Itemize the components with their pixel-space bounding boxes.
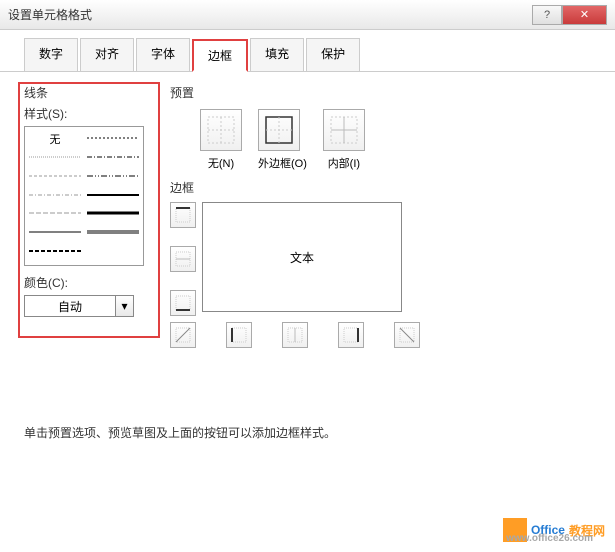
line-style-5[interactable]	[87, 169, 139, 183]
tab-font[interactable]: 字体	[136, 38, 190, 71]
preset-outline: 外边框(O)	[258, 109, 307, 171]
preset-none-label: 无(N)	[200, 155, 242, 171]
border-bottom-button[interactable]	[170, 290, 196, 316]
tab-protection[interactable]: 保护	[306, 38, 360, 71]
line-style-9[interactable]	[87, 206, 139, 220]
line-style-2[interactable]	[29, 150, 81, 164]
preset-row: 无(N) 外边框(O) 内部(I)	[200, 109, 550, 171]
line-section: 线条 样式(S): 无 颜色(C): 自动 ▾	[24, 84, 154, 317]
watermark-url: www.office26.com	[506, 533, 593, 544]
preset-outline-button[interactable]	[258, 109, 300, 151]
line-section-label: 线条	[24, 84, 154, 101]
border-top-button[interactable]	[170, 202, 196, 228]
border-bottom-buttons	[170, 322, 550, 348]
tab-border[interactable]: 边框	[192, 39, 248, 72]
border-diag-up-button[interactable]	[170, 322, 196, 348]
color-label: 颜色(C):	[24, 274, 154, 291]
preset-none: 无(N)	[200, 109, 242, 171]
border-section: 边框 文本	[170, 179, 550, 348]
preset-none-button[interactable]	[200, 109, 242, 151]
titlebar: 设置单元格格式 ? ✕	[0, 0, 615, 30]
titlebar-buttons: ? ✕	[532, 5, 607, 25]
border-left-button[interactable]	[226, 322, 252, 348]
line-style-7[interactable]	[87, 188, 139, 202]
line-style-12[interactable]	[29, 244, 81, 258]
dropdown-arrow-icon: ▾	[115, 296, 133, 316]
help-button[interactable]: ?	[532, 5, 562, 25]
border-vmiddle-button[interactable]	[282, 322, 308, 348]
color-value: 自动	[25, 298, 115, 315]
border-section-label: 边框	[170, 179, 550, 196]
tab-alignment[interactable]: 对齐	[80, 38, 134, 71]
content-area: 线条 样式(S): 无 颜色(C): 自动 ▾ 预置	[0, 72, 615, 552]
tab-number[interactable]: 数字	[24, 38, 78, 71]
line-style-4[interactable]	[29, 169, 81, 183]
preset-inside-label: 内部(I)	[323, 155, 365, 171]
border-right-button[interactable]	[338, 322, 364, 348]
tab-fill[interactable]: 填充	[250, 38, 304, 71]
window-title: 设置单元格格式	[8, 6, 532, 23]
preset-inside: 内部(I)	[323, 109, 365, 171]
border-preview[interactable]: 文本	[202, 202, 402, 312]
preview-text: 文本	[290, 249, 314, 266]
line-style-1[interactable]	[87, 131, 139, 145]
preset-section-label: 预置	[170, 84, 550, 101]
preset-outline-label: 外边框(O)	[258, 155, 307, 171]
preset-border-section: 预置 无(N) 外边框(O) 内部(I)	[170, 84, 550, 348]
line-style-list[interactable]: 无	[24, 126, 144, 266]
close-button[interactable]: ✕	[562, 5, 607, 25]
style-label: 样式(S):	[24, 105, 154, 122]
tab-strip: 数字 对齐 字体 边框 填充 保护	[0, 30, 615, 72]
preset-inside-button[interactable]	[323, 109, 365, 151]
border-hmiddle-button[interactable]	[170, 246, 196, 272]
line-style-11[interactable]	[87, 225, 139, 239]
line-style-3[interactable]	[87, 150, 139, 164]
border-diag-down-button[interactable]	[394, 322, 420, 348]
line-style-6[interactable]	[29, 188, 81, 202]
help-text: 单击预置选项、预览草图及上面的按钮可以添加边框样式。	[24, 424, 336, 441]
border-left-buttons	[170, 202, 196, 316]
watermark: Office教程网 www.office26.com	[503, 518, 605, 542]
line-style-10[interactable]	[29, 225, 81, 239]
line-style-8[interactable]	[29, 206, 81, 220]
line-style-none[interactable]: 无	[29, 131, 81, 148]
color-dropdown[interactable]: 自动 ▾	[24, 295, 134, 317]
